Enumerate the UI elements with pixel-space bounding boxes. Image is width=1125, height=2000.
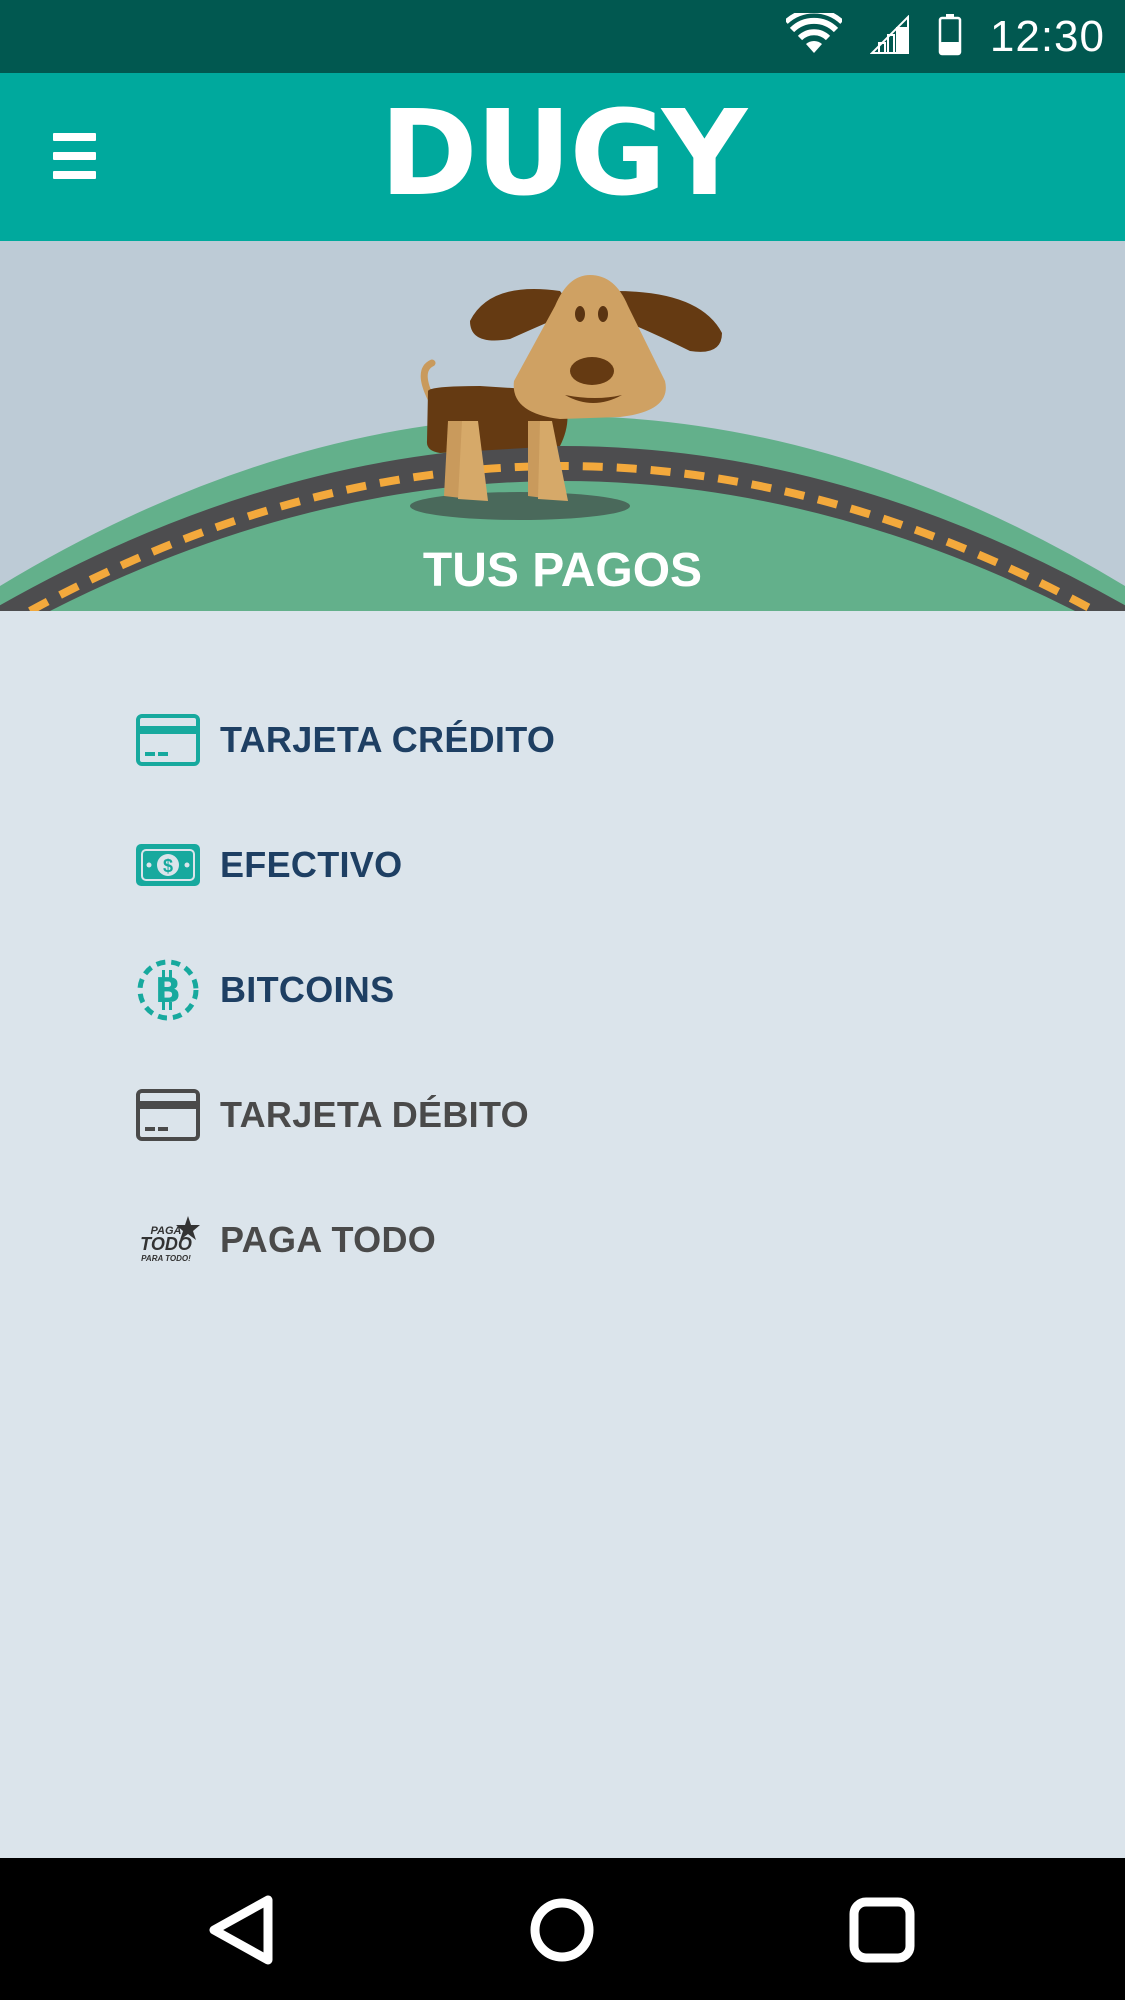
payment-method-label: TARJETA CRÉDITO	[220, 719, 556, 760]
app-logo: DUGY	[379, 84, 747, 222]
back-button[interactable]	[202, 1894, 282, 1966]
debit-card-icon	[136, 1083, 200, 1147]
svg-text:$: $	[163, 856, 173, 876]
hero-banner: TUS PAGOS	[0, 241, 1125, 611]
payment-method-credit-card[interactable]: TARJETA CRÉDITO	[136, 705, 936, 775]
credit-card-icon	[136, 708, 200, 772]
status-time: 12:30	[989, 11, 1105, 61]
payment-method-cash[interactable]: $ EFECTIVO	[136, 830, 936, 900]
back-icon	[202, 1895, 282, 1970]
svg-text:PARA TODO!: PARA TODO!	[141, 1254, 191, 1263]
recents-button[interactable]	[842, 1894, 922, 1966]
app-bar: DUGY	[0, 73, 1125, 241]
svg-text:B: B	[155, 971, 181, 1011]
svg-text:TODO: TODO	[140, 1234, 192, 1254]
system-nav-bar	[0, 1858, 1125, 2000]
page-title: TUS PAGOS	[422, 544, 703, 597]
payment-method-bitcoin[interactable]: B BITCOINS	[136, 955, 936, 1025]
payment-methods-list: TARJETA CRÉDITO $ EFECTIVO B BITCOINS TA…	[0, 611, 1125, 1858]
battery-icon	[938, 13, 962, 60]
payment-method-label: TARJETA DÉBITO	[220, 1094, 529, 1135]
payment-method-paga-todo[interactable]: PAGA TODO PARA TODO! PAGA TODO	[136, 1205, 936, 1275]
cellular-signal-icon	[869, 14, 910, 59]
cash-icon: $	[136, 833, 200, 897]
bitcoin-icon: B	[136, 958, 200, 1022]
payment-method-label: BITCOINS	[220, 969, 395, 1010]
payment-method-label: PAGA TODO	[220, 1219, 437, 1260]
payment-method-label: EFECTIVO	[220, 844, 403, 885]
status-icons: 12:30	[784, 0, 1105, 73]
payment-method-debit-card[interactable]: TARJETA DÉBITO	[136, 1080, 936, 1150]
home-button[interactable]	[522, 1894, 602, 1966]
status-bar: 12:30	[0, 0, 1125, 73]
home-icon	[522, 1898, 602, 1970]
paga-todo-logo-icon: PAGA TODO PARA TODO!	[136, 1208, 200, 1272]
recents-icon	[842, 1897, 922, 1970]
wifi-icon	[784, 7, 844, 61]
